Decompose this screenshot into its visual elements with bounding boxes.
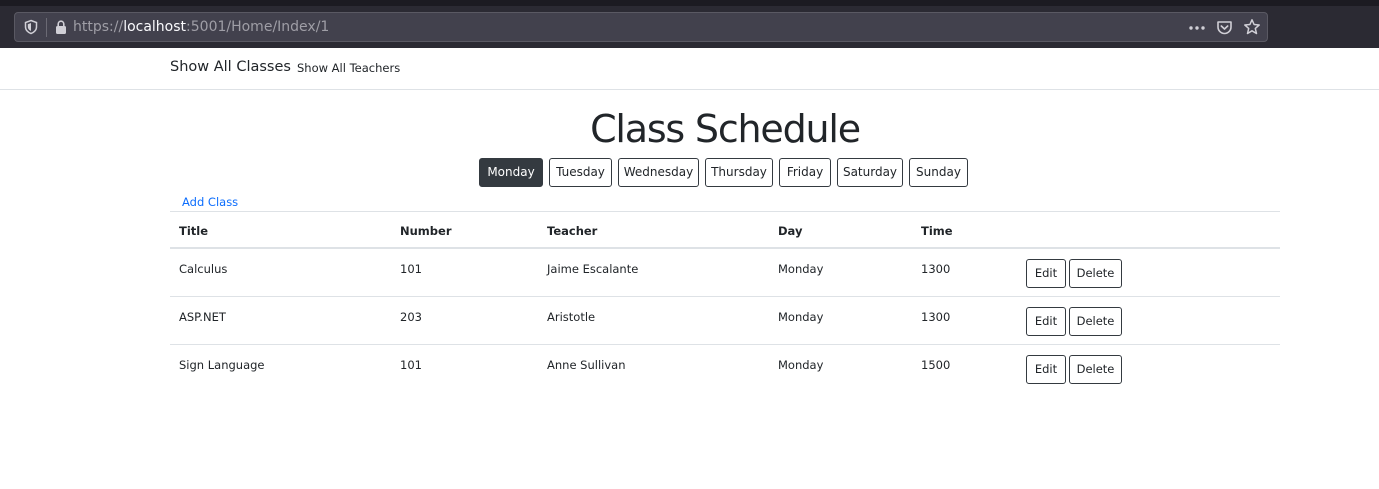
add-class-link[interactable]: Add Class <box>182 195 238 209</box>
cell-teacher: Anne Sullivan <box>547 358 626 372</box>
delete-button[interactable]: Delete <box>1069 259 1122 288</box>
edit-button[interactable]: Edit <box>1026 307 1066 336</box>
header-number: Number <box>400 224 452 238</box>
edit-button[interactable]: Edit <box>1026 259 1066 288</box>
header-day: Day <box>778 224 803 238</box>
show-all-teachers-link[interactable]: Show All Teachers <box>297 61 400 75</box>
day-button-wednesday[interactable]: Wednesday <box>618 158 699 187</box>
more-icon[interactable] <box>1188 20 1206 36</box>
address-bar-divider <box>46 18 47 37</box>
day-button-thursday[interactable]: Thursday <box>705 158 773 187</box>
url-text[interactable]: https://localhost:5001/Home/Index/1 <box>73 19 329 36</box>
lock-icon[interactable] <box>54 19 68 35</box>
header-title: Title <box>179 224 209 238</box>
day-button-tuesday[interactable]: Tuesday <box>549 158 612 187</box>
cell-day: Monday <box>778 358 824 372</box>
header-teacher: Teacher <box>547 224 598 238</box>
delete-button[interactable]: Delete <box>1069 355 1122 384</box>
day-button-saturday[interactable]: Saturday <box>837 158 903 187</box>
url-scheme: https:// <box>73 19 124 35</box>
cell-time: 1300 <box>921 310 951 324</box>
url-host: localhost <box>123 19 187 35</box>
cell-time: 1500 <box>921 358 951 372</box>
delete-button[interactable]: Delete <box>1069 307 1122 336</box>
cell-teacher: Jaime Escalante <box>547 262 639 276</box>
page-title: Class Schedule <box>590 107 861 151</box>
pocket-icon[interactable] <box>1216 19 1233 36</box>
table-row: ASP.NET 203 Aristotle Monday 1300 Edit D… <box>170 297 1280 345</box>
star-icon[interactable] <box>1243 18 1261 36</box>
day-button-monday[interactable]: Monday <box>479 158 543 187</box>
cell-number: 203 <box>400 310 422 324</box>
header-time: Time <box>921 224 953 238</box>
cell-title: Sign Language <box>179 358 265 372</box>
class-table: Title Number Teacher Day Time Calculus 1… <box>170 211 1280 393</box>
cell-number: 101 <box>400 358 422 372</box>
cell-title: Calculus <box>179 262 228 276</box>
cell-title: ASP.NET <box>179 310 226 324</box>
shield-icon[interactable] <box>23 19 39 35</box>
table-header-row: Title Number Teacher Day Time <box>170 211 1280 249</box>
site-navbar: Show All Classes Show All Teachers <box>0 48 1379 90</box>
cell-number: 101 <box>400 262 422 276</box>
cell-day: Monday <box>778 310 824 324</box>
browser-toolbar: https://localhost:5001/Home/Index/1 <box>0 0 1379 48</box>
address-bar[interactable]: https://localhost:5001/Home/Index/1 <box>14 12 1268 42</box>
table-row: Calculus 101 Jaime Escalante Monday 1300… <box>170 249 1280 297</box>
table-row: Sign Language 101 Anne Sullivan Monday 1… <box>170 345 1280 393</box>
edit-button[interactable]: Edit <box>1026 355 1066 384</box>
url-path: :5001/Home/Index/1 <box>186 19 330 35</box>
cell-day: Monday <box>778 262 824 276</box>
cell-teacher: Aristotle <box>547 310 596 324</box>
cell-time: 1300 <box>921 262 951 276</box>
day-button-sunday[interactable]: Sunday <box>909 158 968 187</box>
show-all-classes-link[interactable]: Show All Classes <box>170 59 291 75</box>
day-button-friday[interactable]: Friday <box>779 158 831 187</box>
